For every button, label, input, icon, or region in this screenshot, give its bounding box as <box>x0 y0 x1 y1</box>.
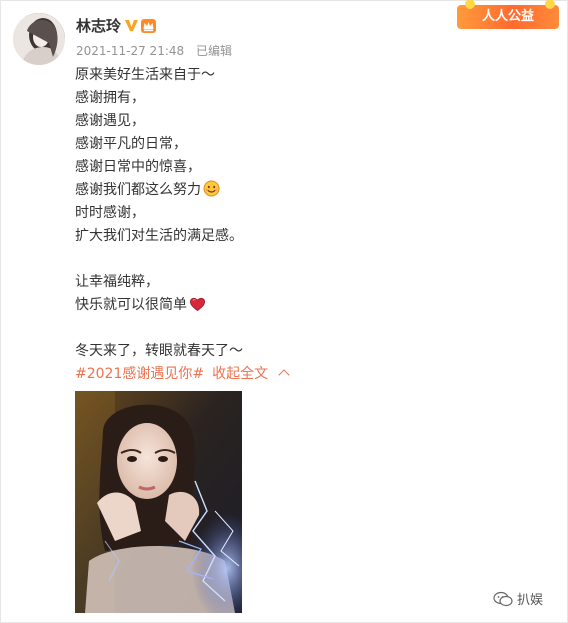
username[interactable]: 林志玲 <box>76 16 121 36</box>
edited-label: 已编辑 <box>195 44 232 58</box>
red-heart-icon <box>190 297 205 311</box>
public-welfare-label: 人人公益 <box>481 9 534 24</box>
post-line: 时时感谢， <box>75 205 145 221</box>
post-line-blank <box>75 248 535 271</box>
chevron-up-icon[interactable] <box>278 369 290 381</box>
badge-bubble-icon <box>465 0 475 9</box>
post-line: 扩大我们对生活的满足感。 <box>75 228 243 244</box>
post-line: 快乐就可以很简单 <box>75 297 187 313</box>
member-crown-icon[interactable] <box>140 17 157 34</box>
post-text: 原来美好生活来自于～ 感谢拥有， 感谢遇见， 感谢平凡的日常， 感谢日常中的惊喜… <box>75 64 535 386</box>
post-line-blank <box>75 317 535 340</box>
post-photo[interactable] <box>75 391 242 613</box>
hashtag-row: #2021感谢遇见你# 收起全文 <box>75 363 535 386</box>
post-line: 让幸福纯粹， <box>75 274 159 290</box>
post-line: 感谢遇见， <box>75 113 145 129</box>
post-line: 冬天来了，转眼就春天了～ <box>75 343 243 359</box>
post-meta: 2021-11-27 21:48 已编辑 <box>76 43 240 59</box>
smiling-face-icon <box>203 180 220 197</box>
wechat-icon <box>493 591 513 607</box>
watermark-label: 扒娱 <box>517 593 544 608</box>
public-welfare-badge[interactable]: 人人公益 <box>457 0 559 29</box>
post-line-with-emoji: 感谢我们都这么努力 <box>75 179 535 202</box>
post-line: 感谢日常中的惊喜， <box>75 159 201 175</box>
collapse-text-link[interactable]: 收起全文 <box>212 366 268 382</box>
post-line-with-emoji: 快乐就可以很简单 <box>75 294 535 317</box>
hashtag-link[interactable]: #2021感谢遇见你# <box>75 366 204 382</box>
portrait-photo-image <box>75 391 242 613</box>
post-line: 原来美好生活来自于～ <box>75 67 215 83</box>
weibo-post-card: 林志玲 2021-11-27 21:48 已编辑 人人公益 原来美好生活来自于～… <box>0 0 568 623</box>
post-line: 感谢我们都这么努力 <box>75 182 201 198</box>
avatar-portrait-icon <box>13 13 65 65</box>
watermark: 扒娱 <box>493 591 543 610</box>
post-timestamp[interactable]: 2021-11-27 21:48 <box>76 44 184 58</box>
verified-v-icon <box>125 20 138 31</box>
post-line: 感谢平凡的日常， <box>75 136 187 152</box>
post-line: 感谢拥有， <box>75 90 145 106</box>
avatar[interactable] <box>13 13 65 65</box>
badge-bubble-icon <box>545 0 555 9</box>
